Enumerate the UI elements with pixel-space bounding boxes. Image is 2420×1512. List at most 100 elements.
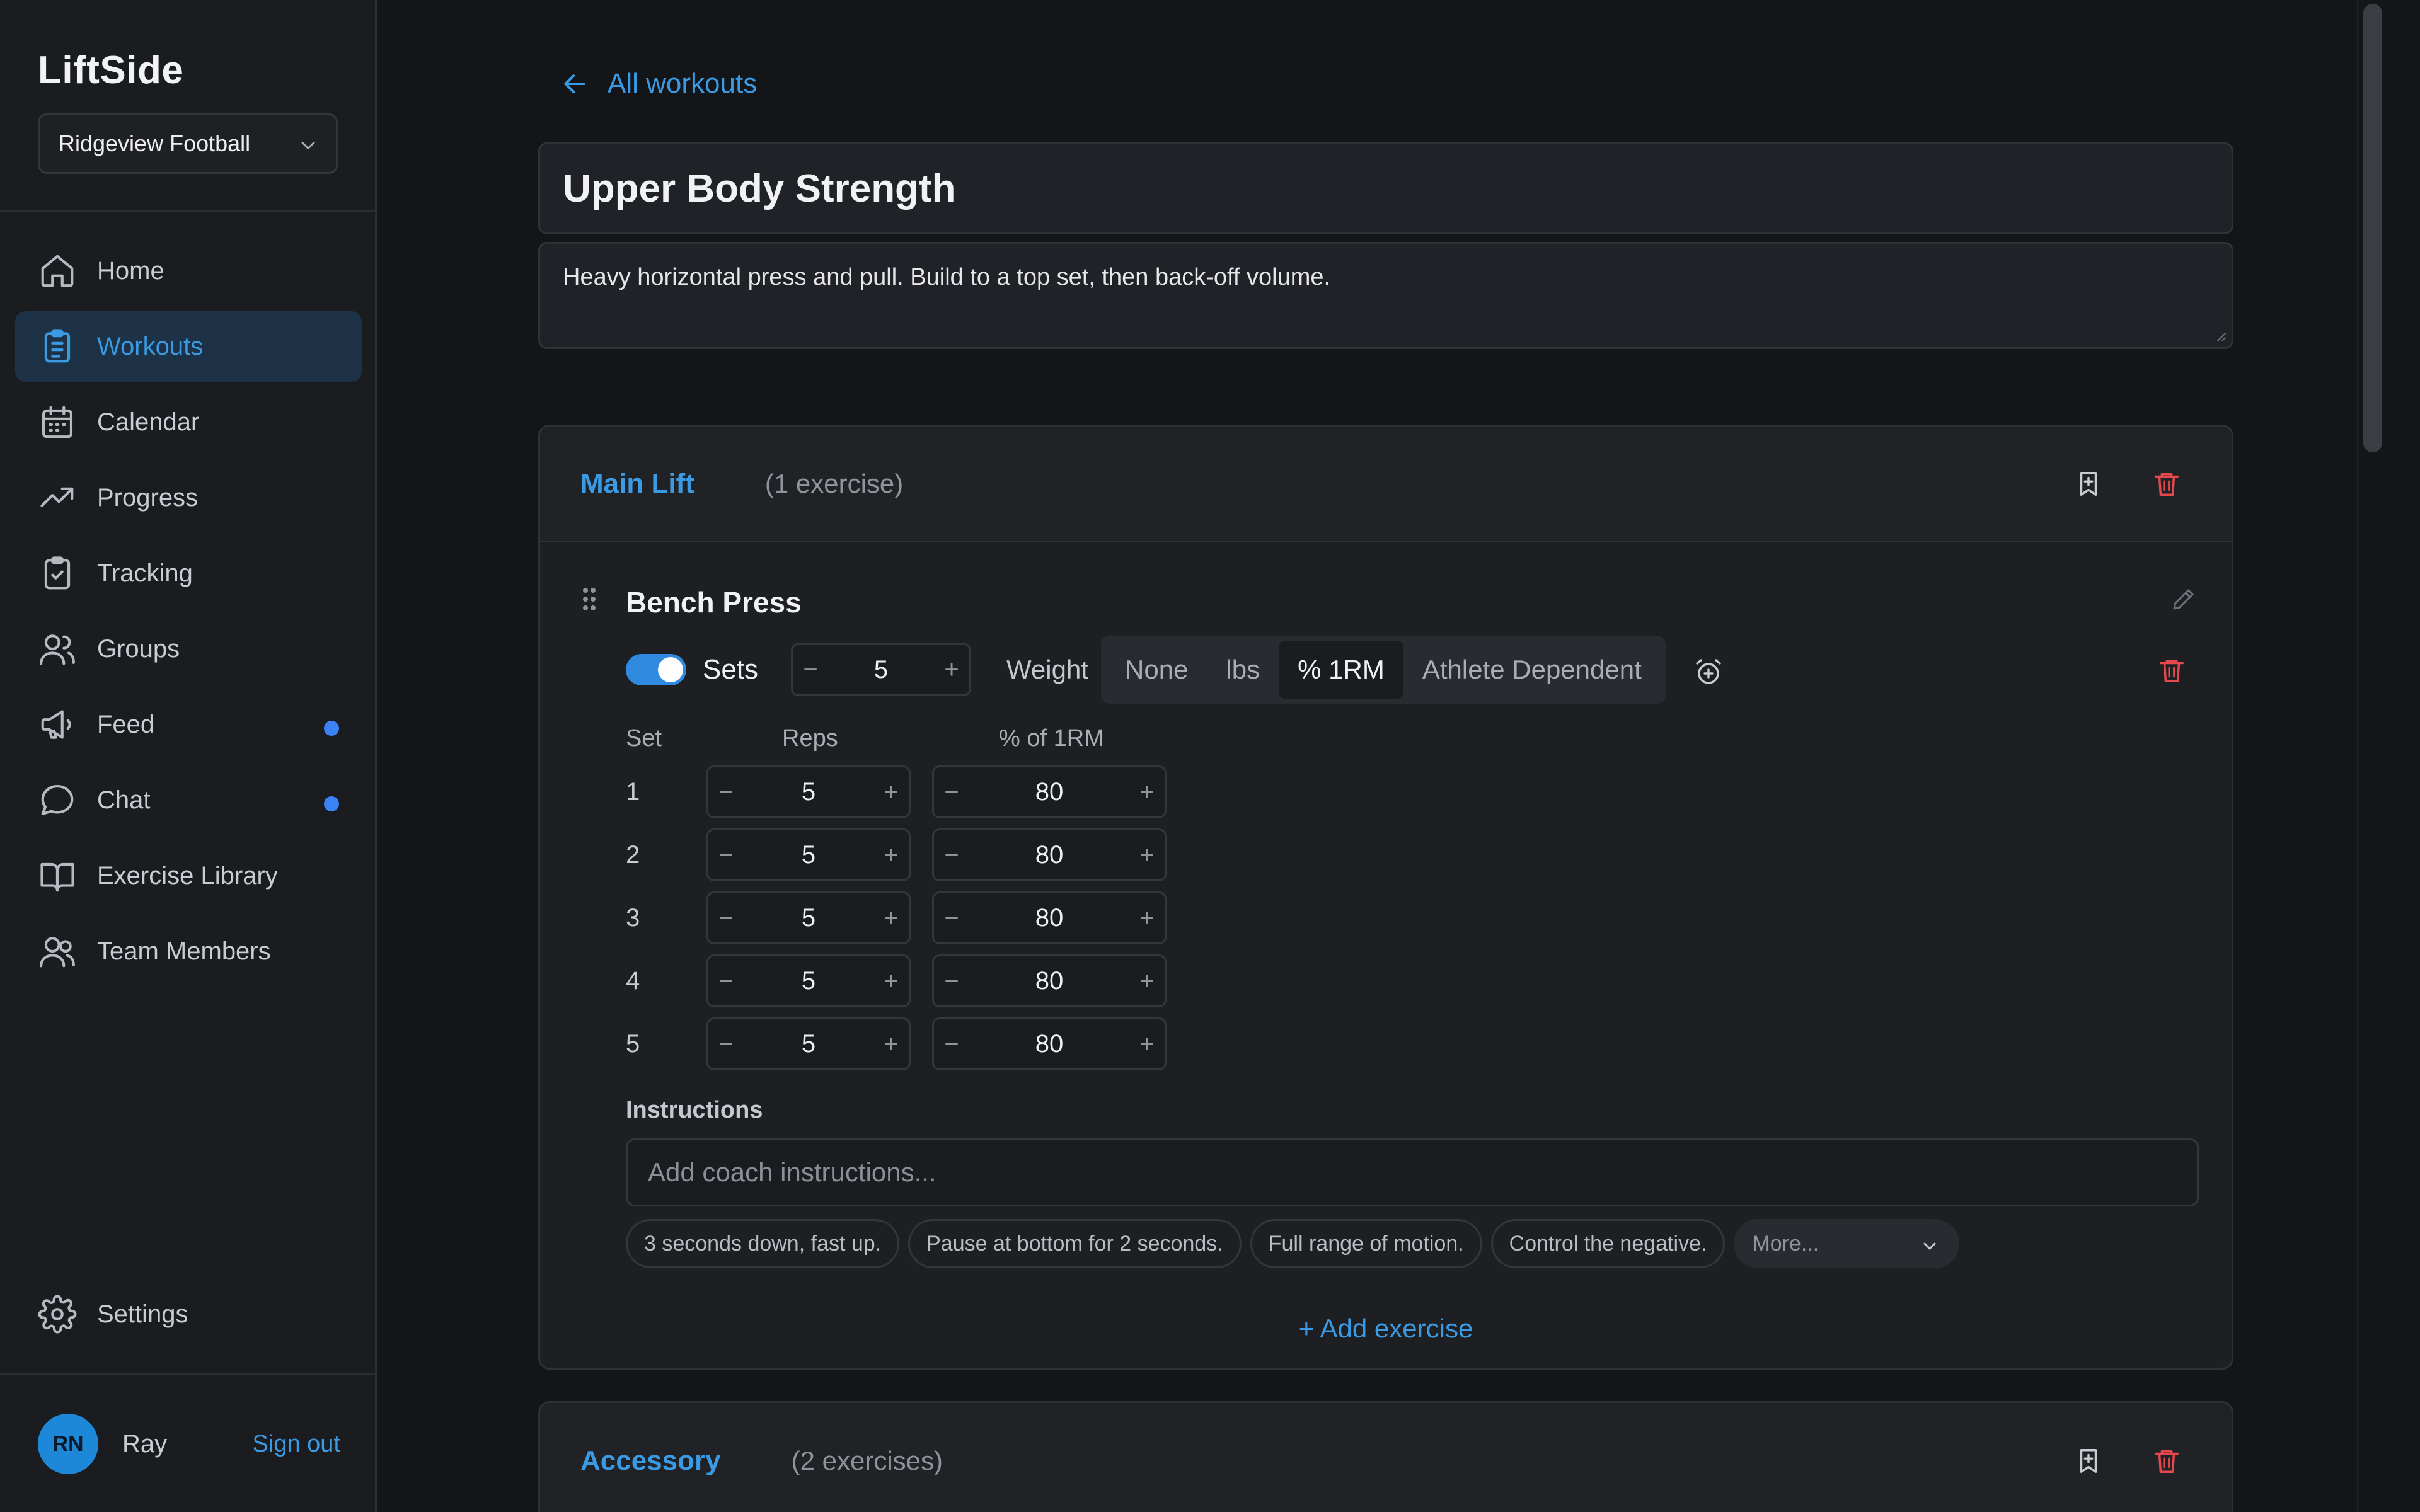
sidebar-item-groups[interactable]: Groups <box>15 614 362 684</box>
trash-icon[interactable] <box>2152 469 2181 498</box>
weight-option-none[interactable]: None <box>1106 641 1207 699</box>
instruction-chip[interactable]: 3 seconds down, fast up. <box>626 1219 900 1268</box>
plus-icon[interactable]: + <box>1129 778 1165 806</box>
trash-icon[interactable] <box>2157 656 2186 685</box>
workout-description-text: Heavy horizontal press and pull. Build t… <box>563 264 1331 290</box>
reps-value[interactable]: 5 <box>744 904 873 932</box>
user-row: RN Ray Sign out <box>38 1412 353 1475</box>
minus-icon[interactable]: − <box>793 656 828 684</box>
plus-icon[interactable]: + <box>1129 1030 1165 1058</box>
app-logo: LiftSide <box>38 49 184 92</box>
instruction-chip[interactable]: Full range of motion. <box>1250 1219 1482 1268</box>
sidebar-item-home[interactable]: Home <box>15 236 362 306</box>
minus-icon[interactable]: − <box>708 967 744 995</box>
minus-icon[interactable]: − <box>708 904 744 932</box>
plus-icon[interactable]: + <box>934 656 969 684</box>
workout-description-field[interactable]: Heavy horizontal press and pull. Build t… <box>538 242 2233 349</box>
plus-icon[interactable]: + <box>873 1030 909 1058</box>
percent-value[interactable]: 80 <box>969 1030 1129 1058</box>
sidebar-item-label: Calendar <box>97 408 200 436</box>
sidebar-item-settings[interactable]: Settings <box>15 1279 362 1349</box>
column-set: Set <box>626 725 662 752</box>
users-icon <box>38 629 77 668</box>
sidebar-item-tracking[interactable]: Tracking <box>15 538 362 609</box>
instructions-input[interactable]: Add coach instructions... <box>626 1138 2199 1206</box>
workout-title-field[interactable]: Upper Body Strength <box>538 142 2233 234</box>
scrollbar-thumb[interactable] <box>2363 4 2382 452</box>
set-number: 4 <box>626 966 640 995</box>
table-row: 1 − 5 + − 80 + <box>626 765 1167 818</box>
minus-icon[interactable]: − <box>934 967 969 995</box>
sidebar-item-feed[interactable]: Feed <box>15 689 362 760</box>
section-header: Main Lift (1 exercise) <box>540 427 2232 542</box>
sidebar: LiftSide Ridgeview Football Home Workout… <box>0 0 377 1512</box>
reps-value[interactable]: 5 <box>744 967 873 995</box>
reps-value[interactable]: 5 <box>744 841 873 869</box>
sets-toggle[interactable] <box>626 654 686 685</box>
resize-handle-icon[interactable] <box>2211 327 2227 342</box>
section-accessory: Accessory (2 exercises) <box>538 1401 2233 1512</box>
section-exercise-count: (2 exercises) <box>791 1446 943 1475</box>
sidebar-item-label: Tracking <box>97 559 193 587</box>
sign-out-link[interactable]: Sign out <box>253 1431 340 1458</box>
sidebar-divider <box>0 1373 377 1375</box>
plus-icon[interactable]: + <box>1129 967 1165 995</box>
minus-icon[interactable]: − <box>708 1030 744 1058</box>
calendar-icon <box>38 403 77 442</box>
weight-type-selector: None lbs % 1RM Athlete Dependent <box>1101 636 1666 704</box>
sidebar-item-team-members[interactable]: Team Members <box>15 916 362 987</box>
instruction-chip[interactable]: Control the negative. <box>1490 1219 1726 1268</box>
reps-value[interactable]: 5 <box>744 778 873 806</box>
back-link[interactable]: All workouts <box>561 68 757 100</box>
minus-icon[interactable]: − <box>708 841 744 869</box>
team-select[interactable]: Ridgeview Football <box>38 113 338 174</box>
set-number: 3 <box>626 903 640 932</box>
instruction-chip[interactable]: Pause at bottom for 2 seconds. <box>908 1219 1242 1268</box>
percent-value[interactable]: 80 <box>969 904 1129 932</box>
plus-icon[interactable]: + <box>873 778 909 806</box>
drag-handle-icon[interactable] <box>580 585 598 613</box>
percent-value[interactable]: 80 <box>969 778 1129 806</box>
sidebar-item-label: Groups <box>97 634 180 663</box>
scrollbar[interactable] <box>2357 0 2388 1512</box>
percent-stepper: − 80 + <box>932 1017 1167 1070</box>
team-select-value: Ridgeview Football <box>59 130 251 156</box>
add-exercise-button[interactable]: + Add exercise <box>540 1314 2232 1344</box>
alarm-clock-add-icon[interactable] <box>1693 657 1724 687</box>
sidebar-item-chat[interactable]: Chat <box>15 765 362 835</box>
sets-count[interactable]: 5 <box>828 656 934 684</box>
plus-icon[interactable]: + <box>1129 904 1165 932</box>
percent-value[interactable]: 80 <box>969 967 1129 995</box>
sidebar-item-progress[interactable]: Progress <box>15 462 362 533</box>
minus-icon[interactable]: − <box>708 778 744 806</box>
sidebar-item-label: Feed <box>97 710 155 738</box>
reps-value[interactable]: 5 <box>744 1030 873 1058</box>
set-number: 5 <box>626 1029 640 1058</box>
weight-option-percent-1rm[interactable]: % 1RM <box>1279 641 1403 699</box>
minus-icon[interactable]: − <box>934 1030 969 1058</box>
plus-icon[interactable]: + <box>873 841 909 869</box>
minus-icon[interactable]: − <box>934 841 969 869</box>
trash-icon[interactable] <box>2152 1446 2181 1475</box>
section-name[interactable]: Accessory <box>580 1445 721 1477</box>
sidebar-item-workouts[interactable]: Workouts <box>15 311 362 382</box>
plus-icon[interactable]: + <box>873 904 909 932</box>
sidebar-item-exercise-library[interactable]: Exercise Library <box>15 840 362 911</box>
plus-icon[interactable]: + <box>1129 841 1165 869</box>
avatar[interactable]: RN <box>38 1414 98 1474</box>
bookmark-add-icon[interactable] <box>2074 1446 2103 1475</box>
weight-option-lbs[interactable]: lbs <box>1207 641 1279 699</box>
minus-icon[interactable]: − <box>934 778 969 806</box>
sidebar-item-calendar[interactable]: Calendar <box>15 387 362 457</box>
more-instructions-dropdown[interactable]: More... <box>1734 1219 1960 1268</box>
reps-stepper: − 5 + <box>706 891 911 944</box>
chevron-down-icon <box>297 134 320 157</box>
bookmark-add-icon[interactable] <box>2074 469 2103 498</box>
minus-icon[interactable]: − <box>934 904 969 932</box>
exercise-controls: Sets − 5 + Weight None lbs % 1RM Athlete… <box>626 636 1666 704</box>
pencil-icon[interactable] <box>2171 587 2196 612</box>
weight-option-athlete-dependent[interactable]: Athlete Dependent <box>1403 641 1661 699</box>
percent-value[interactable]: 80 <box>969 841 1129 869</box>
section-name[interactable]: Main Lift <box>580 468 694 500</box>
plus-icon[interactable]: + <box>873 967 909 995</box>
